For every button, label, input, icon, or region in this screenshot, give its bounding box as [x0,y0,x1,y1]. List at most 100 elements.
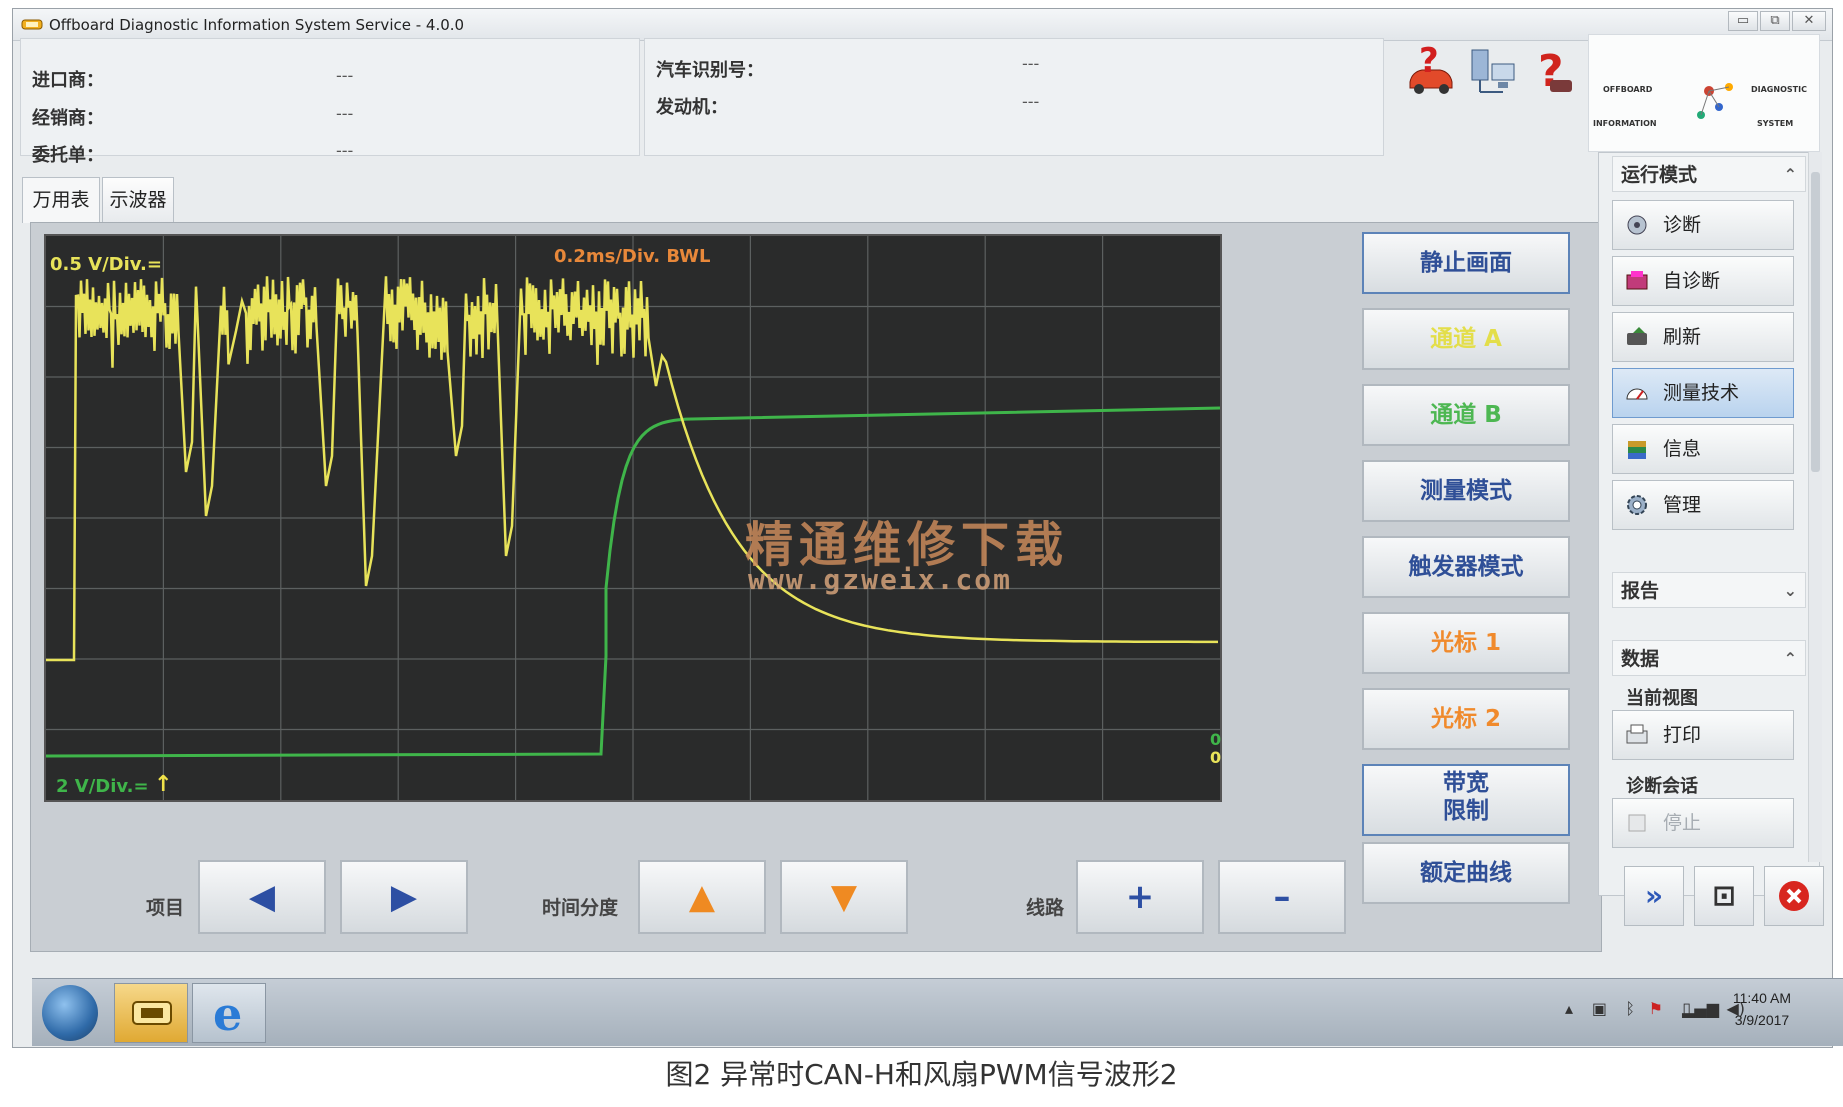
channel-a-scale-label: 0.5 V/Div.= [50,254,162,275]
title-bar: Offboard Diagnostic Information System S… [13,9,1832,41]
sidebar-scrollbar[interactable] [1808,152,1822,862]
stop-icon [1628,814,1646,832]
stop-button[interactable]: 停止 [1612,798,1794,848]
double-chevron-icon: » [1644,879,1664,912]
importer-label: 进口商： [32,70,104,91]
self-diagnosis-icon [1626,271,1648,290]
freeze-screen-button[interactable]: 静止画面 [1362,232,1570,294]
window-title: Offboard Diagnostic Information System S… [49,16,465,34]
minimize-button[interactable]: ▭ [1728,11,1758,31]
forward-double-arrow-button[interactable]: » [1624,866,1684,926]
rated-curve-button[interactable]: 额定曲线 [1362,842,1570,904]
print-button[interactable]: 打印 [1612,710,1794,760]
sidebar-item-diagnosis[interactable]: 诊断 [1612,200,1794,250]
gauge-icon [1626,388,1648,400]
watermark-url: www.gzweix.com [748,563,1013,596]
gear-icon [1627,495,1647,515]
time-scale-label: 0.2ms/Div. BWL [554,246,711,267]
current-view-label: 当前视图 [1626,688,1698,709]
importer-value: --- [336,66,354,85]
tray-signal-icon[interactable]: ▂▄▆ [1682,999,1719,1018]
engine-icon [132,1001,172,1025]
channel-a-button[interactable]: 通道 A [1362,308,1570,370]
report-header[interactable]: 报告 ⌄ [1612,572,1806,608]
tray-flag-icon[interactable]: ⚑ [1649,999,1663,1018]
sidebar-item-info[interactable]: 信息 [1612,424,1794,474]
sidebar-item-admin[interactable]: 管理 [1612,480,1794,530]
cursor-2-button[interactable]: 光标 2 [1362,688,1570,750]
help-car-icon[interactable]: ? [1404,44,1458,98]
time-down-button[interactable]: ▼ [780,860,908,934]
channel-b-button[interactable]: 通道 B [1362,384,1570,446]
line-label: 线路 [1026,897,1065,919]
line-add-button[interactable]: + [1076,860,1204,934]
tab-multimeter[interactable]: 万用表 [22,177,100,223]
time-division-label: 时间分度 [542,897,619,919]
brand-text-diagnostic: DIAGNOSTIC [1751,85,1807,94]
sidebar-item-label: 信息 [1663,438,1702,460]
data-header[interactable]: 数据 ⌃ [1612,640,1806,676]
engine-label: 发动机： [656,97,728,118]
trigger-arrow-icon: ↑ [154,772,173,797]
order-value: --- [336,141,354,160]
sidebar-item-measurement[interactable]: 测量技术 [1612,368,1794,418]
flash-icon [1627,327,1647,345]
brand-text-system: SYSTEM [1757,119,1794,128]
line-remove-button[interactable]: – [1218,860,1346,934]
figure-caption: 图2 异常时CAN-H和风扇PWM信号波形2 [665,1058,1178,1091]
dealer-info-panel [20,38,640,156]
brand-text-offboard: OFFBOARD [1603,85,1653,94]
tab-oscilloscope[interactable]: 示波器 [102,177,174,223]
item-label: 项目 [146,897,185,919]
scrollbar-thumb[interactable] [1811,172,1820,472]
sidebar-item-label: 管理 [1663,494,1702,516]
sidebar-item-label: 测量技术 [1663,382,1740,404]
close-window-button[interactable]: ✕ [1792,11,1826,31]
help-question-icon[interactable]: ? [1528,44,1582,98]
clock-time: 11:40 AM [1732,990,1791,1006]
internet-explorer-taskbar-button[interactable]: e [192,983,266,1043]
print-icon [1626,724,1648,744]
maximize-button[interactable]: ⧉ [1760,11,1790,31]
measure-mode-button[interactable]: 测量模式 [1362,460,1570,522]
diag-session-label: 诊断会话 [1626,776,1698,797]
time-up-button[interactable]: ▲ [638,860,766,934]
books-icon [1628,441,1646,459]
tray-network-icon[interactable]: ▣ [1592,999,1607,1018]
print-label: 打印 [1663,724,1702,746]
dealer-label: 经销商： [32,108,104,129]
svg-text:e: e [213,987,242,1041]
next-item-button[interactable]: ▶ [340,860,468,934]
tray-expand-icon[interactable]: ▴ [1565,999,1573,1018]
sidebar-item-flash[interactable]: 刷新 [1612,312,1794,362]
cursor-1-button[interactable]: 光标 1 [1362,612,1570,674]
trigger-mode-button[interactable]: 触发器模式 [1362,536,1570,598]
run-mode-header[interactable]: 运行模式 ⌃ [1612,156,1806,192]
zero-marker-b: 0 [1210,730,1222,749]
clock[interactable]: 11:40 AM 3/9/2017 [1733,987,1791,1031]
report-label: 报告 [1621,580,1660,602]
sidebar-item-label: 刷新 [1663,326,1702,348]
collapse-up-icon: ⌃ [1783,165,1797,184]
start-button[interactable] [42,985,98,1041]
data-label: 数据 [1621,648,1660,670]
windows-taskbar: e ▴ ▣ ᛒ ⚑ ▯ ▂▄▆ ◀) 11:40 AM 3/9/2017 [32,978,1843,1046]
zero-marker-a: 0 [1210,748,1222,767]
tray-bluetooth-icon[interactable]: ᛒ [1625,999,1635,1018]
screenshot: Offboard Diagnostic Information System S… [0,0,1843,1107]
app-logo-icon [21,19,43,30]
network-computers-icon[interactable] [1466,44,1520,98]
dealer-value: --- [336,104,354,123]
odis-taskbar-button[interactable] [114,983,188,1043]
brand-text-information: INFORMATION [1593,119,1657,128]
frame-icon: ⊡ [1712,879,1736,912]
sidebar-item-label: 诊断 [1663,214,1702,236]
stop-label: 停止 [1663,812,1702,834]
sidebar-item-self-diagnosis[interactable]: 自诊断 [1612,256,1794,306]
exit-button[interactable] [1764,866,1824,926]
diagnosis-icon [1627,215,1647,235]
bandwidth-limit-button[interactable]: 带宽 限制 [1362,764,1570,836]
previous-item-button[interactable]: ◀ [198,860,326,934]
run-mode-label: 运行模式 [1621,164,1698,186]
screenshot-button[interactable]: ⊡ [1694,866,1754,926]
